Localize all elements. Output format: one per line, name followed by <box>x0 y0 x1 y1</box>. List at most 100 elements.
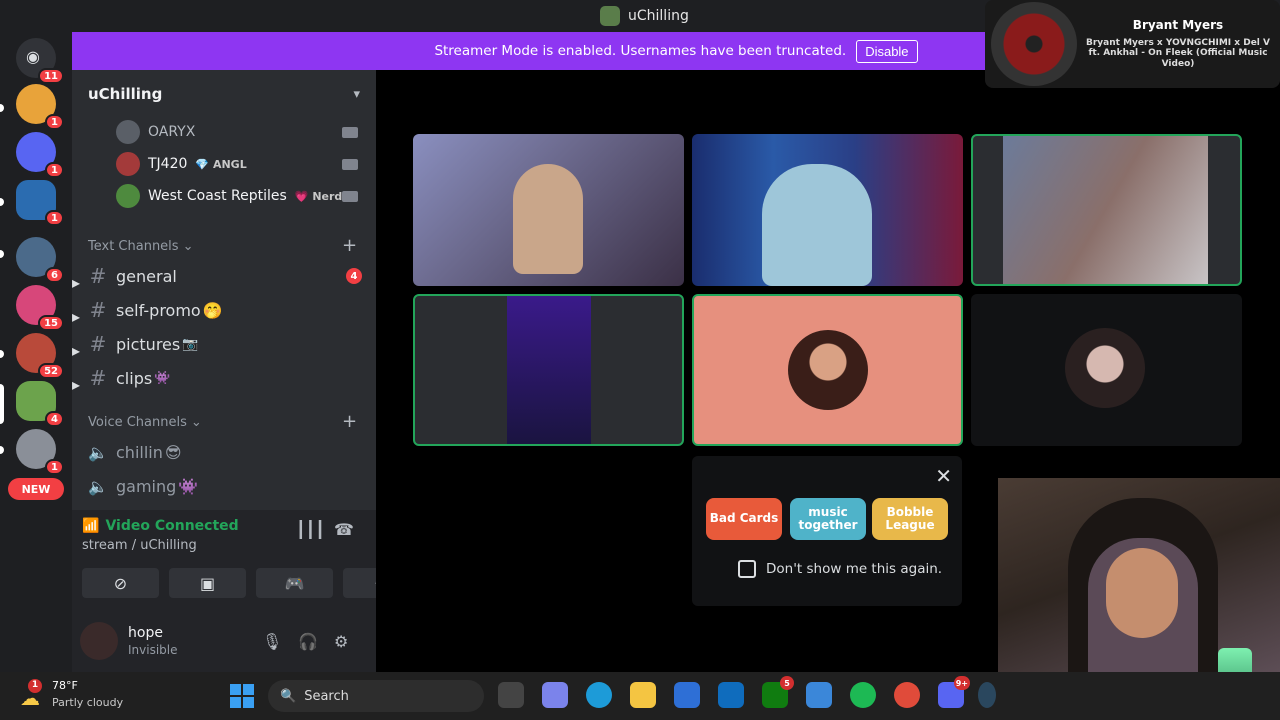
avatar <box>116 184 140 208</box>
steam-app[interactable] <box>978 682 996 708</box>
dont-show-checkbox[interactable] <box>738 560 756 578</box>
category-text-channels[interactable]: Text Channels ⌄ <box>88 239 193 254</box>
server-icon-avatar-a[interactable]: 6 <box>16 237 64 283</box>
edge-app[interactable] <box>586 682 612 708</box>
xbox-app[interactable]: 5 <box>762 676 794 708</box>
video-tile[interactable] <box>971 134 1242 286</box>
chevron-down-icon: ⌄ <box>182 239 194 254</box>
chevron-down-icon: ▾ <box>353 86 360 102</box>
voice-user[interactable]: OARYX <box>116 119 195 145</box>
channel-general[interactable]: ▸ # general 4 <box>72 260 362 292</box>
server-icon-uchilling[interactable]: 4 <box>16 381 64 427</box>
signal-icon: 📶 <box>82 518 100 534</box>
weather-temperature: 78°F <box>52 679 78 692</box>
video-tile[interactable] <box>413 294 684 446</box>
screen-share-button[interactable]: ▣ <box>169 568 246 598</box>
video-camera-icon <box>342 127 358 138</box>
weather-widget[interactable]: ☁ 1 78°F Partly cloudy <box>20 678 123 711</box>
channel-name: chillin <box>116 442 163 462</box>
user-name: hope <box>128 625 163 641</box>
video-tile[interactable] <box>692 294 963 446</box>
tag-text: Nerd <box>312 189 343 203</box>
video-tile[interactable] <box>971 294 1242 446</box>
create-channel-icon[interactable]: + <box>342 411 357 432</box>
category-label: Voice Channels <box>88 415 187 430</box>
disconnect-icon[interactable]: ☎ <box>334 520 354 539</box>
unread-indicator: ▸ <box>72 375 81 394</box>
channel-name: general <box>116 266 177 286</box>
spotify-app[interactable] <box>850 682 876 708</box>
category-voice-channels[interactable]: Voice Channels ⌄ <box>88 415 202 430</box>
window-title: uChilling <box>600 6 689 26</box>
now-playing-overlay: Bryant Myers Bryant Myers x YOVNGCHIMI x… <box>985 0 1280 88</box>
chrome-app[interactable] <box>894 682 920 708</box>
tag-icon: 💎 <box>195 157 210 171</box>
server-badge: 52 <box>38 363 64 379</box>
settings-gear-icon[interactable]: ⚙ <box>334 632 348 651</box>
close-icon[interactable]: ✕ <box>935 464 952 488</box>
create-channel-icon[interactable]: + <box>342 235 357 256</box>
outlook-app[interactable] <box>718 682 744 708</box>
voice-user[interactable]: TJ420 💎 ANGL <box>116 151 247 177</box>
speaker-icon: 🔈 <box>88 476 108 496</box>
video-tile[interactable] <box>692 134 963 286</box>
taskbar-search[interactable]: 🔍 Search <box>268 680 484 712</box>
activity-bobble-league[interactable]: Bobble League <box>872 498 948 540</box>
video-tile[interactable] <box>413 134 684 286</box>
noise-suppression-icon[interactable]: ┃┃┃ <box>296 520 325 539</box>
tag-text: ANGL <box>212 157 247 171</box>
camera-off-button[interactable]: ⊘ <box>82 568 159 598</box>
discord-home-button[interactable]: ◉ 11 <box>16 38 64 84</box>
task-view-app[interactable] <box>498 682 524 708</box>
user-panel: hope Invisible 🎙 🎧 ⚙ <box>72 610 376 672</box>
selected-pill <box>0 384 4 424</box>
microphone-icon[interactable]: 🎙 <box>262 632 282 651</box>
user-info[interactable]: hope Invisible <box>118 625 178 657</box>
server-icon-avatar-b[interactable]: 52 <box>16 333 64 379</box>
activities-button[interactable]: 🎮 <box>256 568 333 598</box>
discord-app[interactable]: 9+ <box>938 676 970 708</box>
server-header[interactable]: uChilling ▾ <box>72 70 376 118</box>
window-title-text: uChilling <box>628 8 689 24</box>
channel-self-promo[interactable]: ▸ # self-promo 🤭 <box>72 294 362 326</box>
video-camera-icon <box>342 191 358 202</box>
windows-logo-icon <box>243 697 254 708</box>
avatar <box>788 330 868 410</box>
windows-logo-icon <box>243 684 254 695</box>
voice-channel-chillin[interactable]: 🔈 chillin 😎 <box>88 436 362 468</box>
activity-music-together[interactable]: music together <box>790 498 866 540</box>
server-icon-discord[interactable]: 1 <box>16 132 64 178</box>
copilot-app[interactable] <box>542 682 568 708</box>
server-icon-blue[interactable]: 1 <box>16 180 64 226</box>
headphones-icon[interactable]: 🎧 <box>298 632 318 651</box>
unread-pill <box>0 250 4 258</box>
server-icon-snooze[interactable]: 1 <box>16 84 64 130</box>
category-label: Text Channels <box>88 239 179 254</box>
search-placeholder: Search <box>304 688 349 704</box>
store-app[interactable] <box>674 682 700 708</box>
server-rail: ◉ 11 1 1 1 6 15 52 4 1 NEW <box>0 32 72 672</box>
start-button[interactable] <box>230 684 254 708</box>
channel-name: pictures <box>116 334 181 354</box>
server-badge: 4 <box>45 411 64 427</box>
video-camera-icon <box>342 159 358 170</box>
hash-icon: # <box>89 264 107 288</box>
channel-pictures[interactable]: ▸ # pictures 📷 <box>72 328 362 360</box>
voice-location[interactable]: stream / uChilling <box>82 538 366 553</box>
notepad-app[interactable] <box>806 682 832 708</box>
file-explorer-app[interactable] <box>630 682 656 708</box>
activity-bad-cards[interactable]: Bad Cards <box>706 498 782 540</box>
participant-video <box>762 164 872 286</box>
voice-channel-gaming[interactable]: 🔈 gaming 👾 <box>88 470 362 502</box>
new-badge[interactable]: NEW <box>8 478 64 500</box>
channel-clips[interactable]: ▸ # clips 👾 <box>72 362 362 394</box>
disable-streamer-mode-button[interactable]: Disable <box>856 39 918 63</box>
avatar[interactable] <box>80 622 118 660</box>
voice-user[interactable]: West Coast Reptiles 💗 Nerd <box>116 183 342 209</box>
chevron-down-icon: ⌄ <box>190 415 202 430</box>
server-icon-house[interactable]: 1 <box>16 429 64 475</box>
channel-emoji: 👾 <box>178 476 199 496</box>
server-badge: 6 <box>45 267 64 283</box>
server-icon-pink[interactable]: 15 <box>16 285 64 331</box>
app-badge: 5 <box>780 676 794 690</box>
